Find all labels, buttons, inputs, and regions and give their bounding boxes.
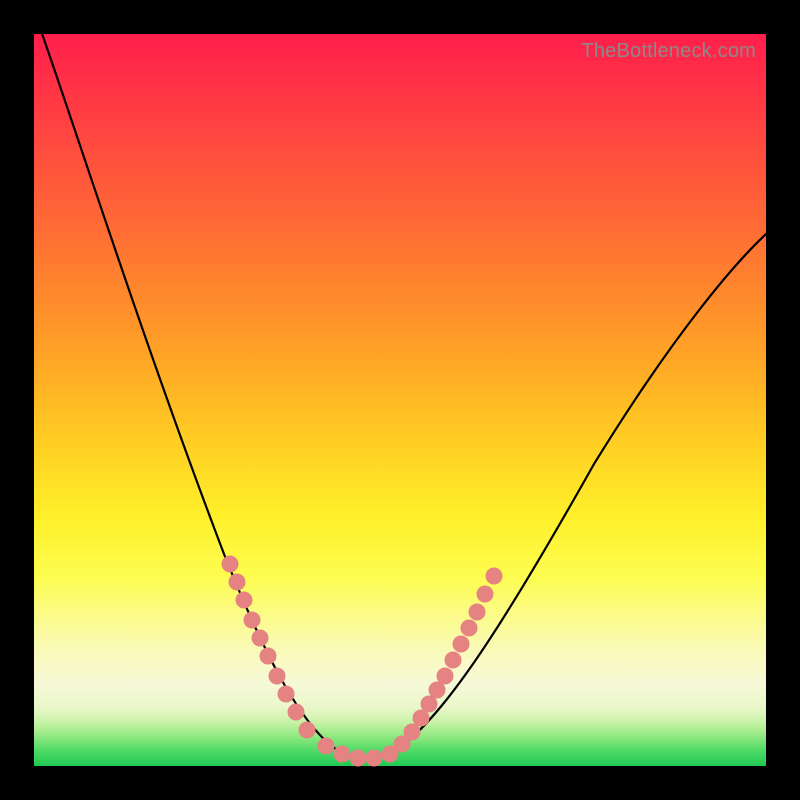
data-dot: [222, 556, 238, 572]
data-dot: [413, 710, 429, 726]
data-dot: [429, 682, 445, 698]
dots-trough: [318, 738, 398, 766]
chart-svg: [34, 34, 766, 766]
data-dot: [334, 746, 350, 762]
data-dot: [229, 574, 245, 590]
data-dot: [477, 586, 493, 602]
data-dot: [260, 648, 276, 664]
data-dot: [278, 686, 294, 702]
data-dot: [437, 668, 453, 684]
data-dot: [288, 704, 304, 720]
plot-area: TheBottleneck.com: [34, 34, 766, 766]
chart-frame: TheBottleneck.com: [0, 0, 800, 800]
data-dot: [269, 668, 285, 684]
data-dot: [404, 724, 420, 740]
data-dot: [469, 604, 485, 620]
data-dot: [236, 592, 252, 608]
data-dot: [453, 636, 469, 652]
data-dot: [244, 612, 260, 628]
bottleneck-curve: [40, 28, 766, 758]
data-dot: [299, 722, 315, 738]
data-dot: [366, 750, 382, 766]
data-dot: [252, 630, 268, 646]
data-dot: [421, 696, 437, 712]
dots-right-branch: [394, 568, 502, 752]
dots-left-branch: [222, 556, 315, 738]
data-dot: [486, 568, 502, 584]
data-dot: [318, 738, 334, 754]
data-dot: [350, 750, 366, 766]
data-dot: [445, 652, 461, 668]
data-dot: [461, 620, 477, 636]
